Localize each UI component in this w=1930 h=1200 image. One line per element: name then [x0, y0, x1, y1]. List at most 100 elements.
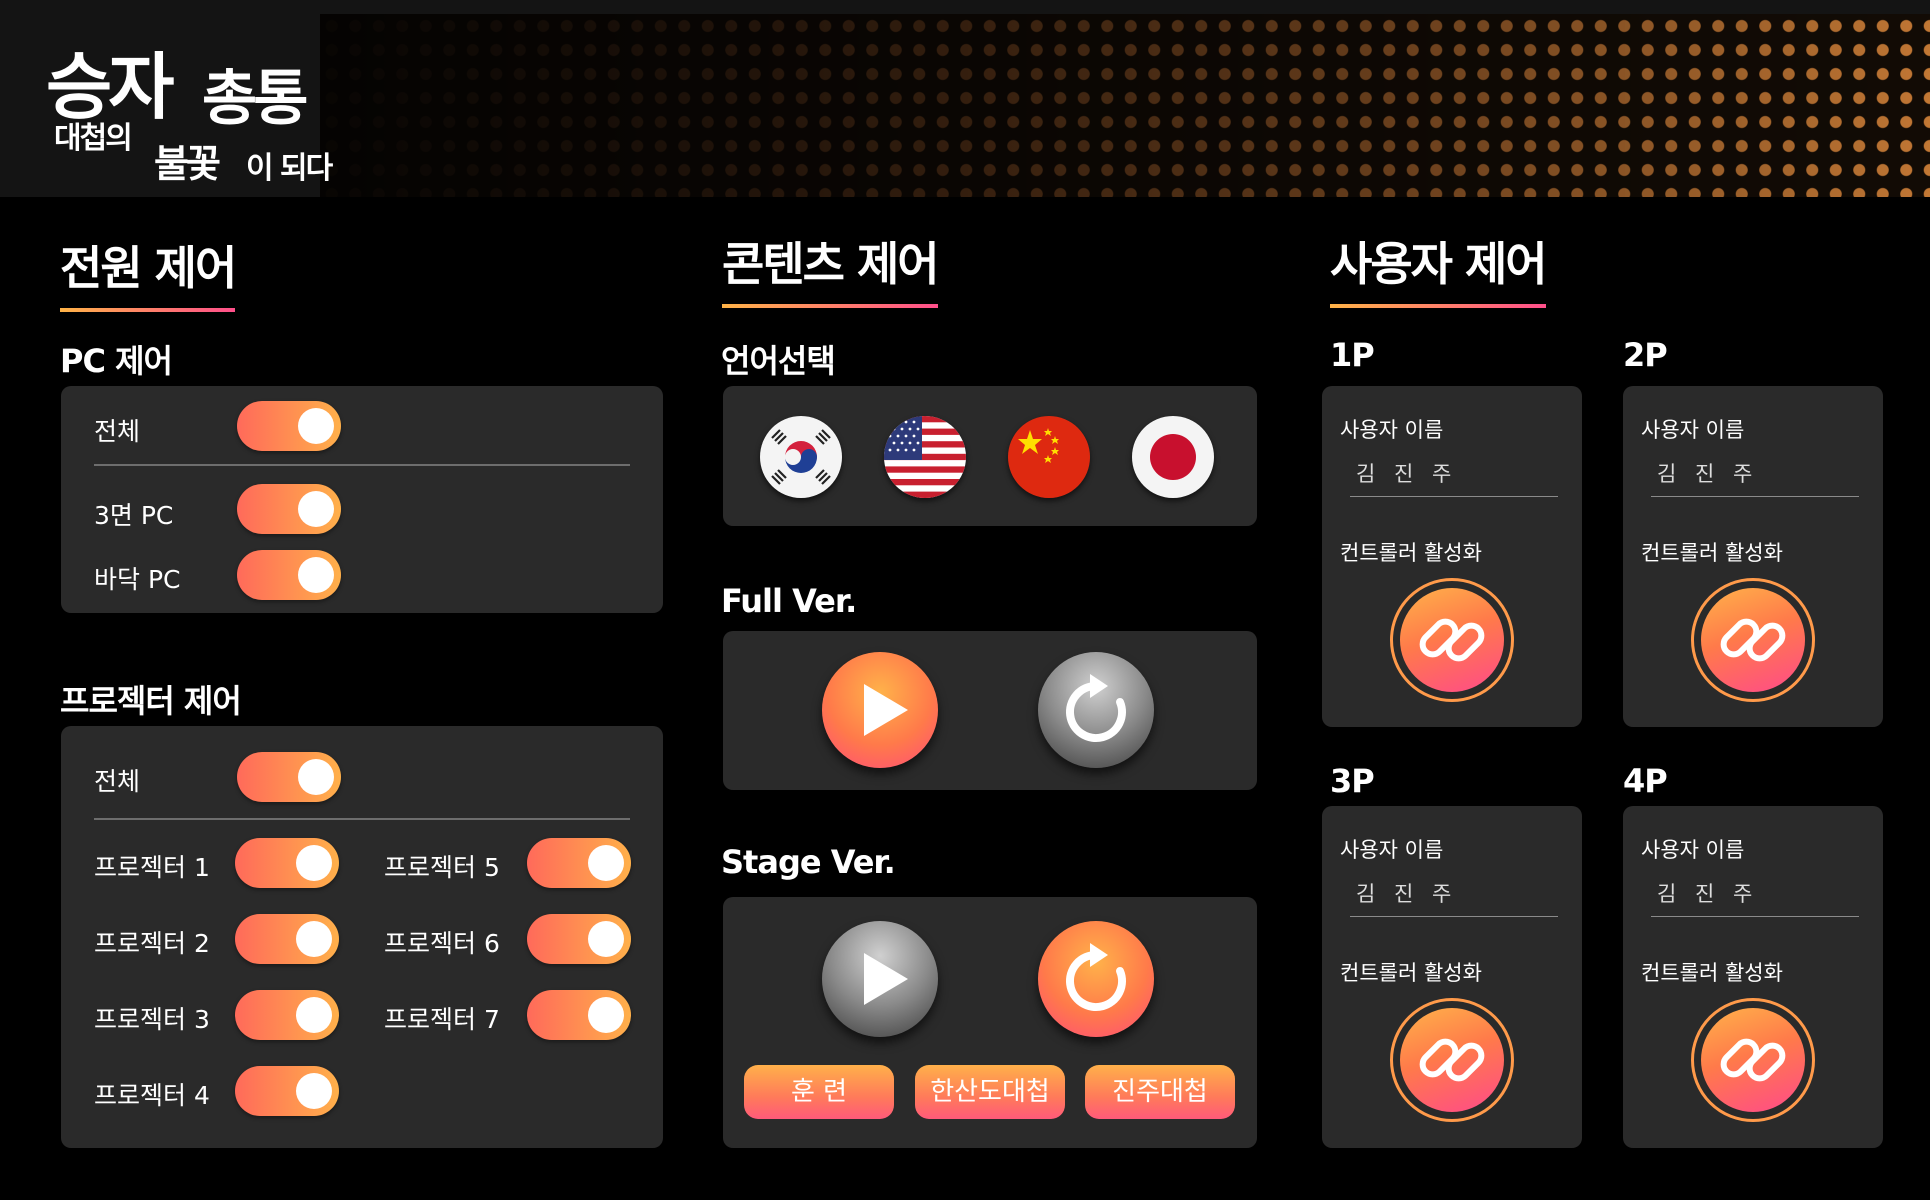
stage-ver-play-button[interactable]: [822, 921, 938, 1037]
japan-flag-icon[interactable]: [1132, 416, 1214, 498]
stage-ver-panel: 훈 련 한산도대첩 진주대첩: [723, 897, 1257, 1148]
pc-3side-label: 3면 PC: [94, 501, 174, 530]
user-name-label: 사용자 이름: [1340, 838, 1444, 862]
china-flag-icon[interactable]: [1008, 416, 1090, 498]
controller-activate-inner: [1701, 588, 1805, 692]
projector-5-label: 프로젝터 5: [384, 853, 500, 882]
projector-all-label: 전체: [94, 767, 141, 796]
link-icon: [1720, 1038, 1786, 1082]
controller-activate-label: 컨트롤러 활성화: [1641, 541, 1783, 565]
stage-ver-replay-button[interactable]: [1038, 921, 1154, 1037]
full-ver-panel: [723, 631, 1257, 790]
player-4-card: 사용자 이름 김 진 주 컨트롤러 활성화: [1623, 806, 1883, 1148]
user-name-field[interactable]: 김 진 주: [1651, 878, 1859, 917]
projector-5-toggle[interactable]: [527, 838, 631, 888]
header-banner: 승자 총통 대첩의 불꽃 이 되다: [0, 0, 1930, 197]
usa-flag-svg: [884, 416, 966, 498]
projector-4-toggle[interactable]: [235, 1066, 339, 1116]
toggle-knob: [588, 997, 624, 1033]
user-name-field[interactable]: 김 진 주: [1651, 458, 1859, 497]
pc-control-panel: 전체 3면 PC 바닥 PC: [61, 386, 663, 613]
link-icon: [1720, 618, 1786, 662]
projector-6-label: 프로젝터 6: [384, 929, 500, 958]
replay-icon: [1066, 943, 1126, 1011]
replay-icon: [1066, 674, 1126, 742]
projector-control-title: 프로젝터 제어: [60, 682, 242, 720]
projector-1-toggle[interactable]: [235, 838, 339, 888]
logo-line2-b: 불꽃: [154, 142, 221, 186]
projector-4-label: 프로젝터 4: [94, 1081, 210, 1110]
controller-activate-label: 컨트롤러 활성화: [1340, 961, 1482, 985]
pc-all-toggle[interactable]: [237, 401, 341, 451]
full-ver-replay-button[interactable]: [1038, 652, 1154, 768]
controller-activate-button[interactable]: [1390, 578, 1514, 702]
controller-activate-button[interactable]: [1691, 998, 1815, 1122]
link-icon: [1419, 618, 1485, 662]
player-1-card: 사용자 이름 김 진 주 컨트롤러 활성화: [1322, 386, 1582, 727]
play-icon: [864, 684, 908, 736]
projector-7-label: 프로젝터 7: [384, 1005, 500, 1034]
controller-activate-button[interactable]: [1691, 578, 1815, 702]
full-ver-title: Full Ver.: [721, 582, 857, 620]
toggle-knob: [298, 491, 334, 527]
controller-activate-label: 컨트롤러 활성화: [1641, 961, 1783, 985]
controller-activate-inner: [1400, 588, 1504, 692]
projector-6-toggle[interactable]: [527, 914, 631, 964]
projector-7-toggle[interactable]: [527, 990, 631, 1040]
player-3-title: 3P: [1330, 762, 1375, 800]
toggle-knob: [296, 921, 332, 957]
toggle-knob: [296, 997, 332, 1033]
projector-3-toggle[interactable]: [235, 990, 339, 1040]
user-name-label: 사용자 이름: [1641, 838, 1745, 862]
pc-all-label: 전체: [94, 417, 141, 446]
pc-3side-toggle[interactable]: [237, 484, 341, 534]
player-1-title: 1P: [1330, 336, 1375, 374]
link-icon: [1419, 1038, 1485, 1082]
toggle-knob: [298, 759, 334, 795]
user-name-label: 사용자 이름: [1641, 418, 1745, 442]
projector-control-panel: 전체 프로젝터 1 프로젝터 2 프로젝터 3 프로젝터 4 프로젝터 5 프로…: [61, 726, 663, 1148]
divider: [94, 464, 630, 466]
china-flag-svg: [1008, 416, 1090, 498]
divider: [94, 818, 630, 820]
usa-flag-icon[interactable]: [884, 416, 966, 498]
full-ver-play-button[interactable]: [822, 652, 938, 768]
toggle-knob: [298, 408, 334, 444]
toggle-knob: [298, 557, 334, 593]
japan-flag-svg: [1132, 416, 1214, 498]
stage-jinju-button[interactable]: 진주대첩: [1085, 1065, 1235, 1119]
toggle-knob: [296, 1073, 332, 1109]
language-select-title: 언어선택: [721, 342, 836, 380]
logo-line2-a: 대첩의: [54, 121, 133, 156]
logo-line2-c: 이 되다: [246, 151, 333, 186]
pc-floor-label: 바닥 PC: [94, 565, 181, 594]
stage-ver-title: Stage Ver.: [721, 843, 896, 881]
toggle-knob: [588, 845, 624, 881]
korea-flag-svg: [760, 416, 842, 498]
toggle-knob: [588, 921, 624, 957]
stage-training-button[interactable]: 훈 련: [744, 1065, 894, 1119]
controller-activate-inner: [1701, 1008, 1805, 1112]
content-control-title: 콘텐츠 제어: [722, 228, 940, 308]
player-2-title: 2P: [1623, 336, 1668, 374]
user-name-field[interactable]: 김 진 주: [1350, 458, 1558, 497]
stage-hansando-button[interactable]: 한산도대첩: [915, 1065, 1065, 1119]
dot-pattern-tint: [320, 14, 1930, 197]
player-4-title: 4P: [1623, 762, 1668, 800]
controller-activate-inner: [1400, 1008, 1504, 1112]
toggle-knob: [296, 845, 332, 881]
player-2-card: 사용자 이름 김 진 주 컨트롤러 활성화: [1623, 386, 1883, 727]
user-name-field[interactable]: 김 진 주: [1350, 878, 1558, 917]
pc-floor-toggle[interactable]: [237, 550, 341, 600]
korea-flag-icon[interactable]: [760, 416, 842, 498]
projector-2-toggle[interactable]: [235, 914, 339, 964]
language-panel: [723, 386, 1257, 526]
controller-activate-button[interactable]: [1390, 998, 1514, 1122]
app-logo: 승자 총통 대첩의 불꽃 이 되다: [46, 28, 366, 186]
projector-3-label: 프로젝터 3: [94, 1005, 210, 1034]
logo-line1-b: 총통: [202, 64, 308, 134]
player-3-card: 사용자 이름 김 진 주 컨트롤러 활성화: [1322, 806, 1582, 1148]
projector-all-toggle[interactable]: [237, 752, 341, 802]
user-control-title: 사용자 제어: [1330, 228, 1548, 308]
projector-2-label: 프로젝터 2: [94, 929, 210, 958]
